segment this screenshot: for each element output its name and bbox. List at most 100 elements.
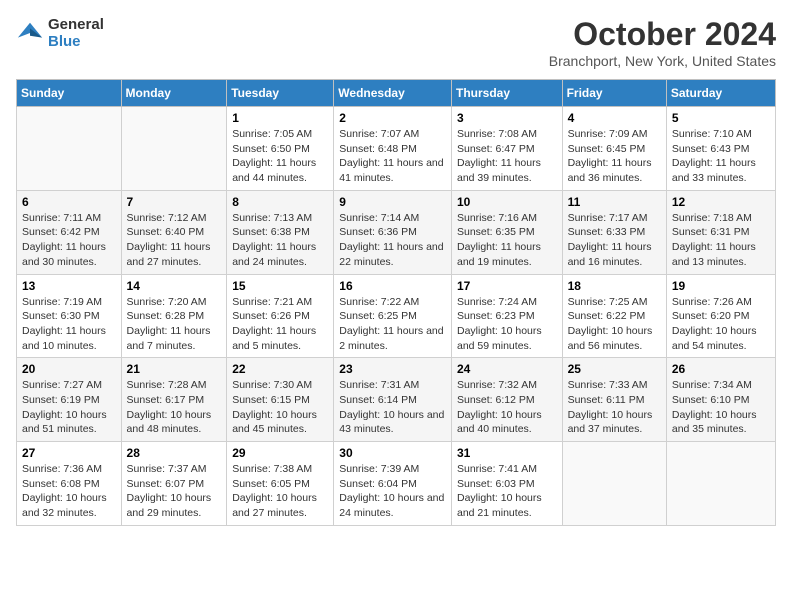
- calendar-day-header: Saturday: [666, 80, 775, 107]
- day-number: 7: [127, 195, 222, 209]
- calendar-day-header: Sunday: [17, 80, 122, 107]
- day-number: 24: [457, 362, 557, 376]
- calendar-cell: 10 Sunrise: 7:16 AM Sunset: 6:35 PM Dayli…: [451, 190, 562, 274]
- day-number: 1: [232, 111, 328, 125]
- calendar-cell: 29 Sunrise: 7:38 AM Sunset: 6:05 PM Dayli…: [227, 442, 334, 526]
- day-number: 12: [672, 195, 770, 209]
- calendar-cell: 5Sunrise: 7:10 AM Sunset: 6:43 PM Daylig…: [666, 107, 775, 191]
- day-info: Sunrise: 7:32 AM Sunset: 6:12 PM Dayligh…: [457, 378, 557, 437]
- day-info: Sunrise: 7:20 AM Sunset: 6:28 PM Dayligh…: [127, 295, 222, 354]
- calendar-cell: 15Sunrise: 7:21 AM Sunset: 6:26 PM Dayli…: [227, 274, 334, 358]
- day-number: 13: [22, 279, 116, 293]
- header: General Blue October 2024 Branchport, Ne…: [16, 16, 776, 69]
- day-number: 6: [22, 195, 116, 209]
- calendar-cell: 1 Sunrise: 7:05 AM Sunset: 6:50 PM Daylig…: [227, 107, 334, 191]
- calendar-cell: 21 Sunrise: 7:28 AM Sunset: 6:17 PM Dayli…: [121, 358, 227, 442]
- calendar-cell: 28 Sunrise: 7:37 AM Sunset: 6:07 PM Dayli…: [121, 442, 227, 526]
- day-number: 19: [672, 279, 770, 293]
- day-number: 22: [232, 362, 328, 376]
- calendar-cell: [121, 107, 227, 191]
- day-info: Sunrise: 7:36 AM Sunset: 6:08 PM Dayligh…: [22, 462, 116, 521]
- day-info: Sunrise: 7:31 AM Sunset: 6:14 PM Dayligh…: [339, 378, 446, 437]
- day-info: Sunrise: 7:21 AM Sunset: 6:26 PM Dayligh…: [232, 295, 328, 354]
- day-number: 20: [22, 362, 116, 376]
- day-info: Sunrise: 7:17 AM Sunset: 6:33 PM Dayligh…: [568, 211, 661, 270]
- day-number: 9: [339, 195, 446, 209]
- calendar-cell: 24 Sunrise: 7:32 AM Sunset: 6:12 PM Dayli…: [451, 358, 562, 442]
- day-info: Sunrise: 7:41 AM Sunset: 6:03 PM Dayligh…: [457, 462, 557, 521]
- day-info: Sunrise: 7:28 AM Sunset: 6:17 PM Dayligh…: [127, 378, 222, 437]
- calendar-cell: 18 Sunrise: 7:25 AM Sunset: 6:22 PM Dayli…: [562, 274, 666, 358]
- calendar-cell: 8Sunrise: 7:13 AM Sunset: 6:38 PM Daylig…: [227, 190, 334, 274]
- day-info: Sunrise: 7:08 AM Sunset: 6:47 PM Dayligh…: [457, 127, 557, 186]
- day-info: Sunrise: 7:25 AM Sunset: 6:22 PM Dayligh…: [568, 295, 661, 354]
- calendar-cell: 20 Sunrise: 7:27 AM Sunset: 6:19 PM Dayli…: [17, 358, 122, 442]
- logo: General Blue: [16, 16, 104, 50]
- calendar-day-header: Monday: [121, 80, 227, 107]
- day-info: Sunrise: 7:38 AM Sunset: 6:05 PM Dayligh…: [232, 462, 328, 521]
- calendar-table: SundayMondayTuesdayWednesdayThursdayFrid…: [16, 79, 776, 526]
- day-info: Sunrise: 7:05 AM Sunset: 6:50 PM Dayligh…: [232, 127, 328, 186]
- day-info: Sunrise: 7:07 AM Sunset: 6:48 PM Dayligh…: [339, 127, 446, 186]
- day-info: Sunrise: 7:16 AM Sunset: 6:35 PM Dayligh…: [457, 211, 557, 270]
- calendar-cell: [666, 442, 775, 526]
- day-number: 29: [232, 446, 328, 460]
- day-number: 11: [568, 195, 661, 209]
- calendar-cell: 27 Sunrise: 7:36 AM Sunset: 6:08 PM Dayli…: [17, 442, 122, 526]
- calendar-cell: 2 Sunrise: 7:07 AM Sunset: 6:48 PM Daylig…: [334, 107, 452, 191]
- day-info: Sunrise: 7:39 AM Sunset: 6:04 PM Dayligh…: [339, 462, 446, 521]
- day-number: 3: [457, 111, 557, 125]
- day-number: 23: [339, 362, 446, 376]
- day-info: Sunrise: 7:22 AM Sunset: 6:25 PM Dayligh…: [339, 295, 446, 354]
- calendar-cell: 16 Sunrise: 7:22 AM Sunset: 6:25 PM Dayli…: [334, 274, 452, 358]
- calendar-day-header: Thursday: [451, 80, 562, 107]
- calendar-cell: 14 Sunrise: 7:20 AM Sunset: 6:28 PM Dayli…: [121, 274, 227, 358]
- day-number: 26: [672, 362, 770, 376]
- calendar-cell: 25Sunrise: 7:33 AM Sunset: 6:11 PM Dayli…: [562, 358, 666, 442]
- calendar-cell: 26 Sunrise: 7:34 AM Sunset: 6:10 PM Dayli…: [666, 358, 775, 442]
- day-info: Sunrise: 7:13 AM Sunset: 6:38 PM Dayligh…: [232, 211, 328, 270]
- calendar-cell: 17 Sunrise: 7:24 AM Sunset: 6:23 PM Dayli…: [451, 274, 562, 358]
- calendar-day-header: Tuesday: [227, 80, 334, 107]
- day-number: 18: [568, 279, 661, 293]
- calendar-cell: 22 Sunrise: 7:30 AM Sunset: 6:15 PM Dayli…: [227, 358, 334, 442]
- day-info: Sunrise: 7:24 AM Sunset: 6:23 PM Dayligh…: [457, 295, 557, 354]
- calendar-cell: 11 Sunrise: 7:17 AM Sunset: 6:33 PM Dayli…: [562, 190, 666, 274]
- day-number: 10: [457, 195, 557, 209]
- logo-text: General Blue: [48, 16, 104, 50]
- title-area: October 2024 Branchport, New York, Unite…: [549, 16, 776, 69]
- day-number: 14: [127, 279, 222, 293]
- day-info: Sunrise: 7:09 AM Sunset: 6:45 PM Dayligh…: [568, 127, 661, 186]
- calendar-cell: 4Sunrise: 7:09 AM Sunset: 6:45 PM Daylig…: [562, 107, 666, 191]
- calendar-cell: 30 Sunrise: 7:39 AM Sunset: 6:04 PM Dayli…: [334, 442, 452, 526]
- day-number: 16: [339, 279, 446, 293]
- calendar-cell: 6 Sunrise: 7:11 AM Sunset: 6:42 PM Daylig…: [17, 190, 122, 274]
- day-number: 5: [672, 111, 770, 125]
- calendar-day-header: Wednesday: [334, 80, 452, 107]
- calendar-cell: 3 Sunrise: 7:08 AM Sunset: 6:47 PM Daylig…: [451, 107, 562, 191]
- calendar-cell: 7 Sunrise: 7:12 AM Sunset: 6:40 PM Daylig…: [121, 190, 227, 274]
- calendar-cell: 12 Sunrise: 7:18 AM Sunset: 6:31 PM Dayli…: [666, 190, 775, 274]
- day-info: Sunrise: 7:33 AM Sunset: 6:11 PM Dayligh…: [568, 378, 661, 437]
- day-number: 30: [339, 446, 446, 460]
- day-number: 2: [339, 111, 446, 125]
- day-number: 28: [127, 446, 222, 460]
- day-info: Sunrise: 7:14 AM Sunset: 6:36 PM Dayligh…: [339, 211, 446, 270]
- calendar-cell: [17, 107, 122, 191]
- day-info: Sunrise: 7:30 AM Sunset: 6:15 PM Dayligh…: [232, 378, 328, 437]
- day-info: Sunrise: 7:12 AM Sunset: 6:40 PM Dayligh…: [127, 211, 222, 270]
- day-info: Sunrise: 7:27 AM Sunset: 6:19 PM Dayligh…: [22, 378, 116, 437]
- calendar-day-header: Friday: [562, 80, 666, 107]
- day-info: Sunrise: 7:18 AM Sunset: 6:31 PM Dayligh…: [672, 211, 770, 270]
- day-info: Sunrise: 7:11 AM Sunset: 6:42 PM Dayligh…: [22, 211, 116, 270]
- day-info: Sunrise: 7:37 AM Sunset: 6:07 PM Dayligh…: [127, 462, 222, 521]
- calendar-cell: 23 Sunrise: 7:31 AM Sunset: 6:14 PM Dayli…: [334, 358, 452, 442]
- day-number: 21: [127, 362, 222, 376]
- day-info: Sunrise: 7:34 AM Sunset: 6:10 PM Dayligh…: [672, 378, 770, 437]
- location: Branchport, New York, United States: [549, 53, 776, 69]
- calendar-cell: 13Sunrise: 7:19 AM Sunset: 6:30 PM Dayli…: [17, 274, 122, 358]
- day-info: Sunrise: 7:26 AM Sunset: 6:20 PM Dayligh…: [672, 295, 770, 354]
- day-number: 17: [457, 279, 557, 293]
- calendar-cell: 19 Sunrise: 7:26 AM Sunset: 6:20 PM Dayli…: [666, 274, 775, 358]
- day-number: 27: [22, 446, 116, 460]
